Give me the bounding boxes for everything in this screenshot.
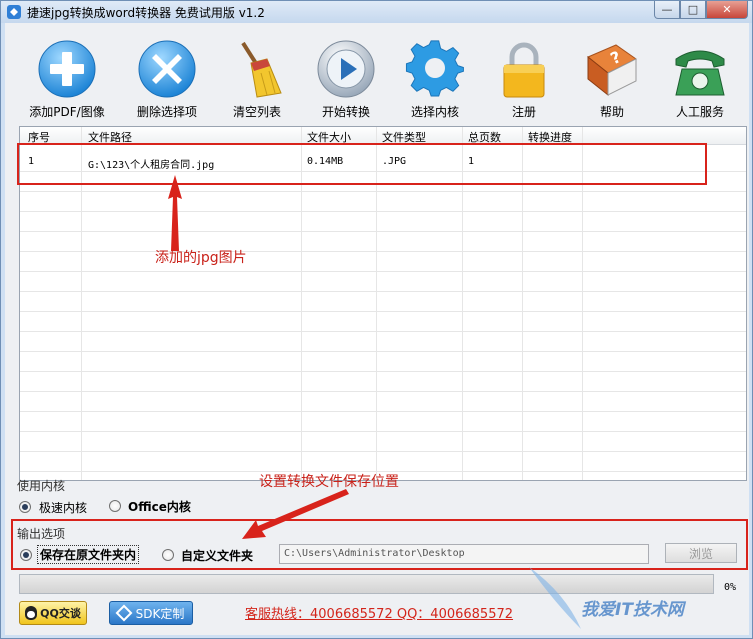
sdk-custom-button[interactable]: SDK定制 <box>109 601 193 625</box>
help-button[interactable]: ? 帮助 <box>567 39 657 119</box>
delete-selection-button[interactable]: 删除选择项 <box>122 39 212 119</box>
lock-icon <box>503 42 545 98</box>
qq-chat-label: QQ交谈 <box>40 607 81 620</box>
watermark-swoosh-icon <box>529 567 581 629</box>
toolbar: 添加PDF/图像 删除选择项 清空列表 开始转换 选择内核 注册 ? 帮助 人工… <box>5 23 749 121</box>
table-row <box>20 352 746 372</box>
kernel-office-radio[interactable] <box>109 500 121 512</box>
table-row <box>20 392 746 412</box>
watermark-text: 我爱IT技术网 <box>581 600 684 620</box>
table-row <box>20 412 746 432</box>
qq-penguin-icon <box>25 606 38 620</box>
register-button[interactable]: 注册 <box>479 39 569 119</box>
toolbar-label: 清空列表 <box>232 105 281 119</box>
start-convert-button[interactable]: 开始转换 <box>301 39 391 119</box>
output-path-field[interactable]: C:\Users\Administrator\Desktop <box>279 544 649 564</box>
table-row <box>20 212 746 232</box>
clear-list-button[interactable]: 清空列表 <box>212 39 302 119</box>
browse-button[interactable]: 浏览 <box>665 543 737 563</box>
sdk-custom-label: SDK定制 <box>135 606 185 621</box>
toolbar-label: 开始转换 <box>321 105 370 119</box>
phone-icon <box>675 50 725 96</box>
add-icon <box>38 40 96 98</box>
window-title: 捷速jpg转换成word转换器 免费试用版 v1.2 <box>27 6 265 20</box>
close-button[interactable]: ✕ <box>706 1 748 19</box>
service-hotline-link[interactable]: 客服热线：4006685572 QQ：4006685572 <box>245 603 513 622</box>
help-book-icon: ? <box>587 44 637 97</box>
maximize-button[interactable]: □ <box>680 1 706 19</box>
table-row <box>20 312 746 332</box>
table-row <box>20 252 746 272</box>
gear-icon <box>405 40 464 97</box>
play-icon <box>317 40 375 98</box>
client-area: 添加PDF/图像 删除选择项 清空列表 开始转换 选择内核 注册 ? 帮助 人工… <box>5 23 749 635</box>
table-row <box>20 452 746 472</box>
annotation-box-file-row <box>17 143 707 185</box>
custom-folder-radio[interactable] <box>162 549 174 561</box>
output-section-title: 输出选项 <box>17 527 66 541</box>
select-kernel-button[interactable]: 选择内核 <box>390 39 480 119</box>
toolbar-label: 删除选择项 <box>136 105 197 119</box>
table-row <box>20 192 746 212</box>
broom-icon <box>241 41 282 98</box>
save-original-folder-radio[interactable] <box>20 549 32 561</box>
app-logo-icon <box>7 5 21 19</box>
minimize-button[interactable]: — <box>654 1 680 19</box>
delete-icon <box>138 40 196 98</box>
window-controls: — □ ✕ <box>654 1 748 19</box>
toolbar-label: 注册 <box>511 105 536 119</box>
kernel-fast-radio[interactable] <box>19 501 31 513</box>
save-original-folder-label[interactable]: 保存在原文件夹内 <box>37 545 140 564</box>
table-row <box>20 372 746 392</box>
add-pdf-image-button[interactable]: 添加PDF/图像 <box>22 39 112 119</box>
table-row <box>20 332 746 352</box>
kernel-fast-label[interactable]: 极速内核 <box>39 499 87 516</box>
sdk-cube-icon <box>115 604 133 622</box>
annotation-text-list: 添加的jpg图片 <box>155 250 247 266</box>
toolbar-label: 人工服务 <box>675 105 724 119</box>
table-row <box>20 432 746 452</box>
qq-chat-button[interactable]: QQ交谈 <box>19 601 87 625</box>
table-row <box>20 232 746 252</box>
title-bar[interactable]: 捷速jpg转换成word转换器 免费试用版 v1.2 — □ ✕ <box>1 1 752 23</box>
annotation-arrow-up-icon <box>168 175 182 251</box>
kernel-office-label[interactable]: Office内核 <box>128 498 191 515</box>
table-row <box>20 272 746 292</box>
toolbar-label: 选择内核 <box>410 105 459 119</box>
manual-service-button[interactable]: 人工服务 <box>655 39 745 119</box>
progress-percent: 0% <box>724 582 737 593</box>
toolbar-label: 添加PDF/图像 <box>29 105 105 119</box>
kernel-section-title: 使用内核 <box>17 479 66 493</box>
toolbar-label: 帮助 <box>599 105 624 119</box>
custom-folder-label[interactable]: 自定义文件夹 <box>181 547 253 564</box>
app-window: 捷速jpg转换成word转换器 免费试用版 v1.2 — □ ✕ 添加PDF/图… <box>0 0 753 639</box>
table-row <box>20 292 746 312</box>
conversion-progress-bar <box>19 574 714 594</box>
